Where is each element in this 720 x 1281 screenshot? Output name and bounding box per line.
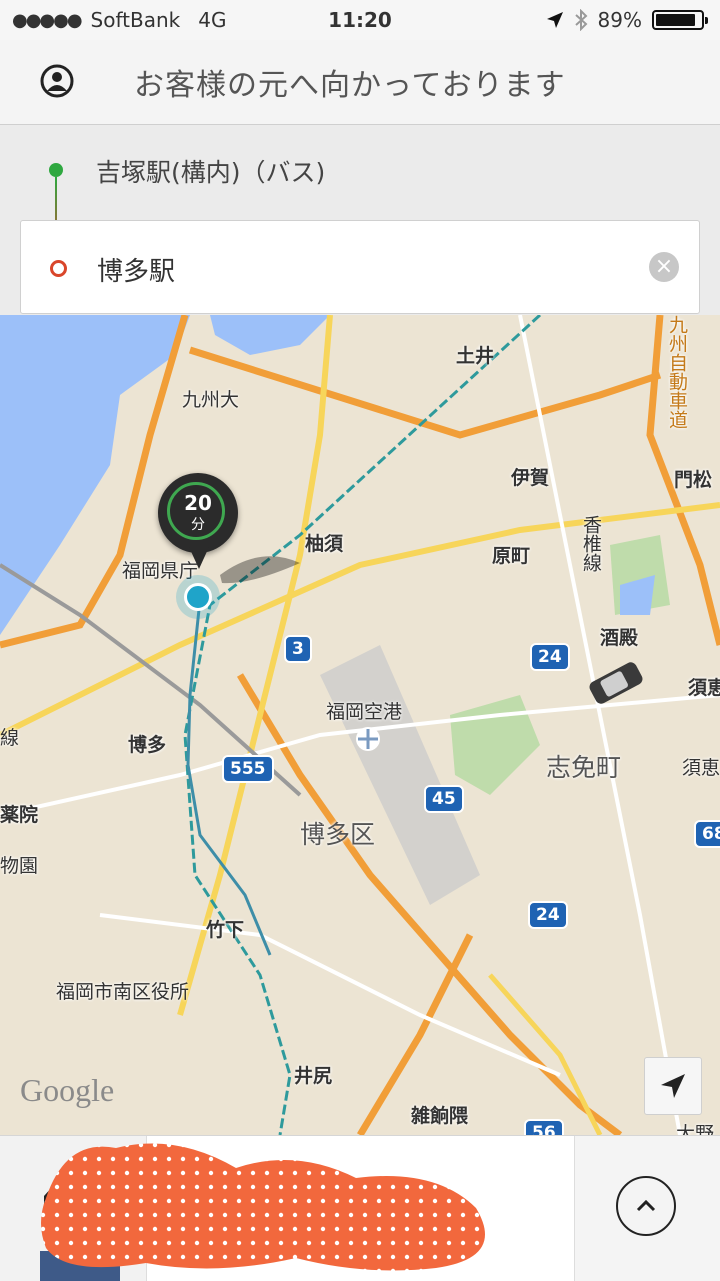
station-label: 井尻 xyxy=(294,1065,333,1087)
battery-percent: 89% xyxy=(597,8,642,32)
map-label: 物園 xyxy=(0,855,39,877)
pickup-dot-icon xyxy=(49,163,63,177)
eta-pin[interactable]: 20 分 xyxy=(158,473,238,553)
route-shield: 45 xyxy=(424,785,464,813)
page-title: お客様の元へ向かっております xyxy=(134,68,566,103)
map-label: 福岡県庁 xyxy=(122,560,199,582)
map-label: 福岡市南区役所 xyxy=(56,981,190,1003)
expand-button[interactable] xyxy=(616,1176,676,1236)
eta-unit: 分 xyxy=(191,517,205,533)
pickup-location[interactable]: 吉塚駅(構内)（バス) xyxy=(96,153,325,189)
expand-panel xyxy=(574,1136,720,1281)
person-circle-icon[interactable] xyxy=(40,64,74,98)
status-right: 89% xyxy=(546,8,708,32)
station-label: 博多 xyxy=(128,734,167,756)
status-bar: ●●●●● SoftBank 4G 11:20 89% xyxy=(0,0,720,40)
chevron-up-icon xyxy=(636,1199,656,1212)
clear-icon[interactable]: × xyxy=(649,252,679,282)
map-label: 博多区 xyxy=(300,820,376,849)
map-view[interactable]: 九州大 福岡県庁 土井 伊賀 門松 柚須 原町 香椎線 酒殿 須恵 須恵 福岡空… xyxy=(0,315,720,1135)
station-label: 薬院 xyxy=(0,804,39,826)
rail-label: 香椎線 xyxy=(580,515,602,572)
eta-value: 20 xyxy=(184,491,212,515)
bluetooth-icon xyxy=(574,9,587,31)
route-shield: 56 xyxy=(524,1119,564,1135)
station-label: 酒殿 xyxy=(600,627,639,649)
station-label: 土井 xyxy=(456,345,495,367)
station-label: 伊賀 xyxy=(511,467,550,489)
eta-pin-tail xyxy=(189,547,209,569)
highway-label: 九州自動車道 xyxy=(666,315,688,429)
app-header: お客様の元へ向かっております xyxy=(0,40,720,125)
station-label: 原町 xyxy=(492,545,531,567)
station-label: 門松 xyxy=(674,469,713,491)
map-label: 志免町 xyxy=(546,753,622,782)
route-shield: 3 xyxy=(284,635,312,663)
driver-panel: 恪 8 xyxy=(0,1135,720,1281)
map-label: 大野 xyxy=(676,1123,715,1135)
battery-icon xyxy=(652,10,708,30)
route-shield: 68 xyxy=(694,820,720,848)
map-label: 線 xyxy=(0,727,20,749)
locate-button[interactable] xyxy=(644,1057,702,1115)
route-panel: 吉塚駅(構内)（バス) 博多駅 × xyxy=(0,125,720,315)
pickup-location-marker xyxy=(184,583,212,611)
station-label: 竹下 xyxy=(206,919,245,941)
route-shield: 555 xyxy=(222,755,274,783)
destination-field[interactable]: 博多駅 × xyxy=(20,220,700,314)
station-label: 雑餉隈 xyxy=(411,1105,469,1127)
destination-text: 博多駅 xyxy=(97,257,176,287)
redaction-overlay xyxy=(41,1143,485,1271)
map-label: 須恵 xyxy=(682,757,720,779)
map-canvas xyxy=(0,315,720,1135)
station-label: 柚須 xyxy=(305,533,344,555)
battery-fill xyxy=(656,14,695,26)
google-logo: Google xyxy=(20,1072,115,1108)
navigation-arrow-icon xyxy=(661,1074,685,1098)
destination-dot-icon xyxy=(50,260,67,277)
route-shield: 24 xyxy=(528,901,568,929)
taxi-car-icon xyxy=(589,662,643,704)
map-label: 福岡空港 xyxy=(326,701,403,723)
station-label: 須恵 xyxy=(688,677,720,699)
route-shield: 24 xyxy=(530,643,570,671)
map-label: 九州大 xyxy=(182,389,240,411)
location-arrow-icon xyxy=(546,12,563,28)
